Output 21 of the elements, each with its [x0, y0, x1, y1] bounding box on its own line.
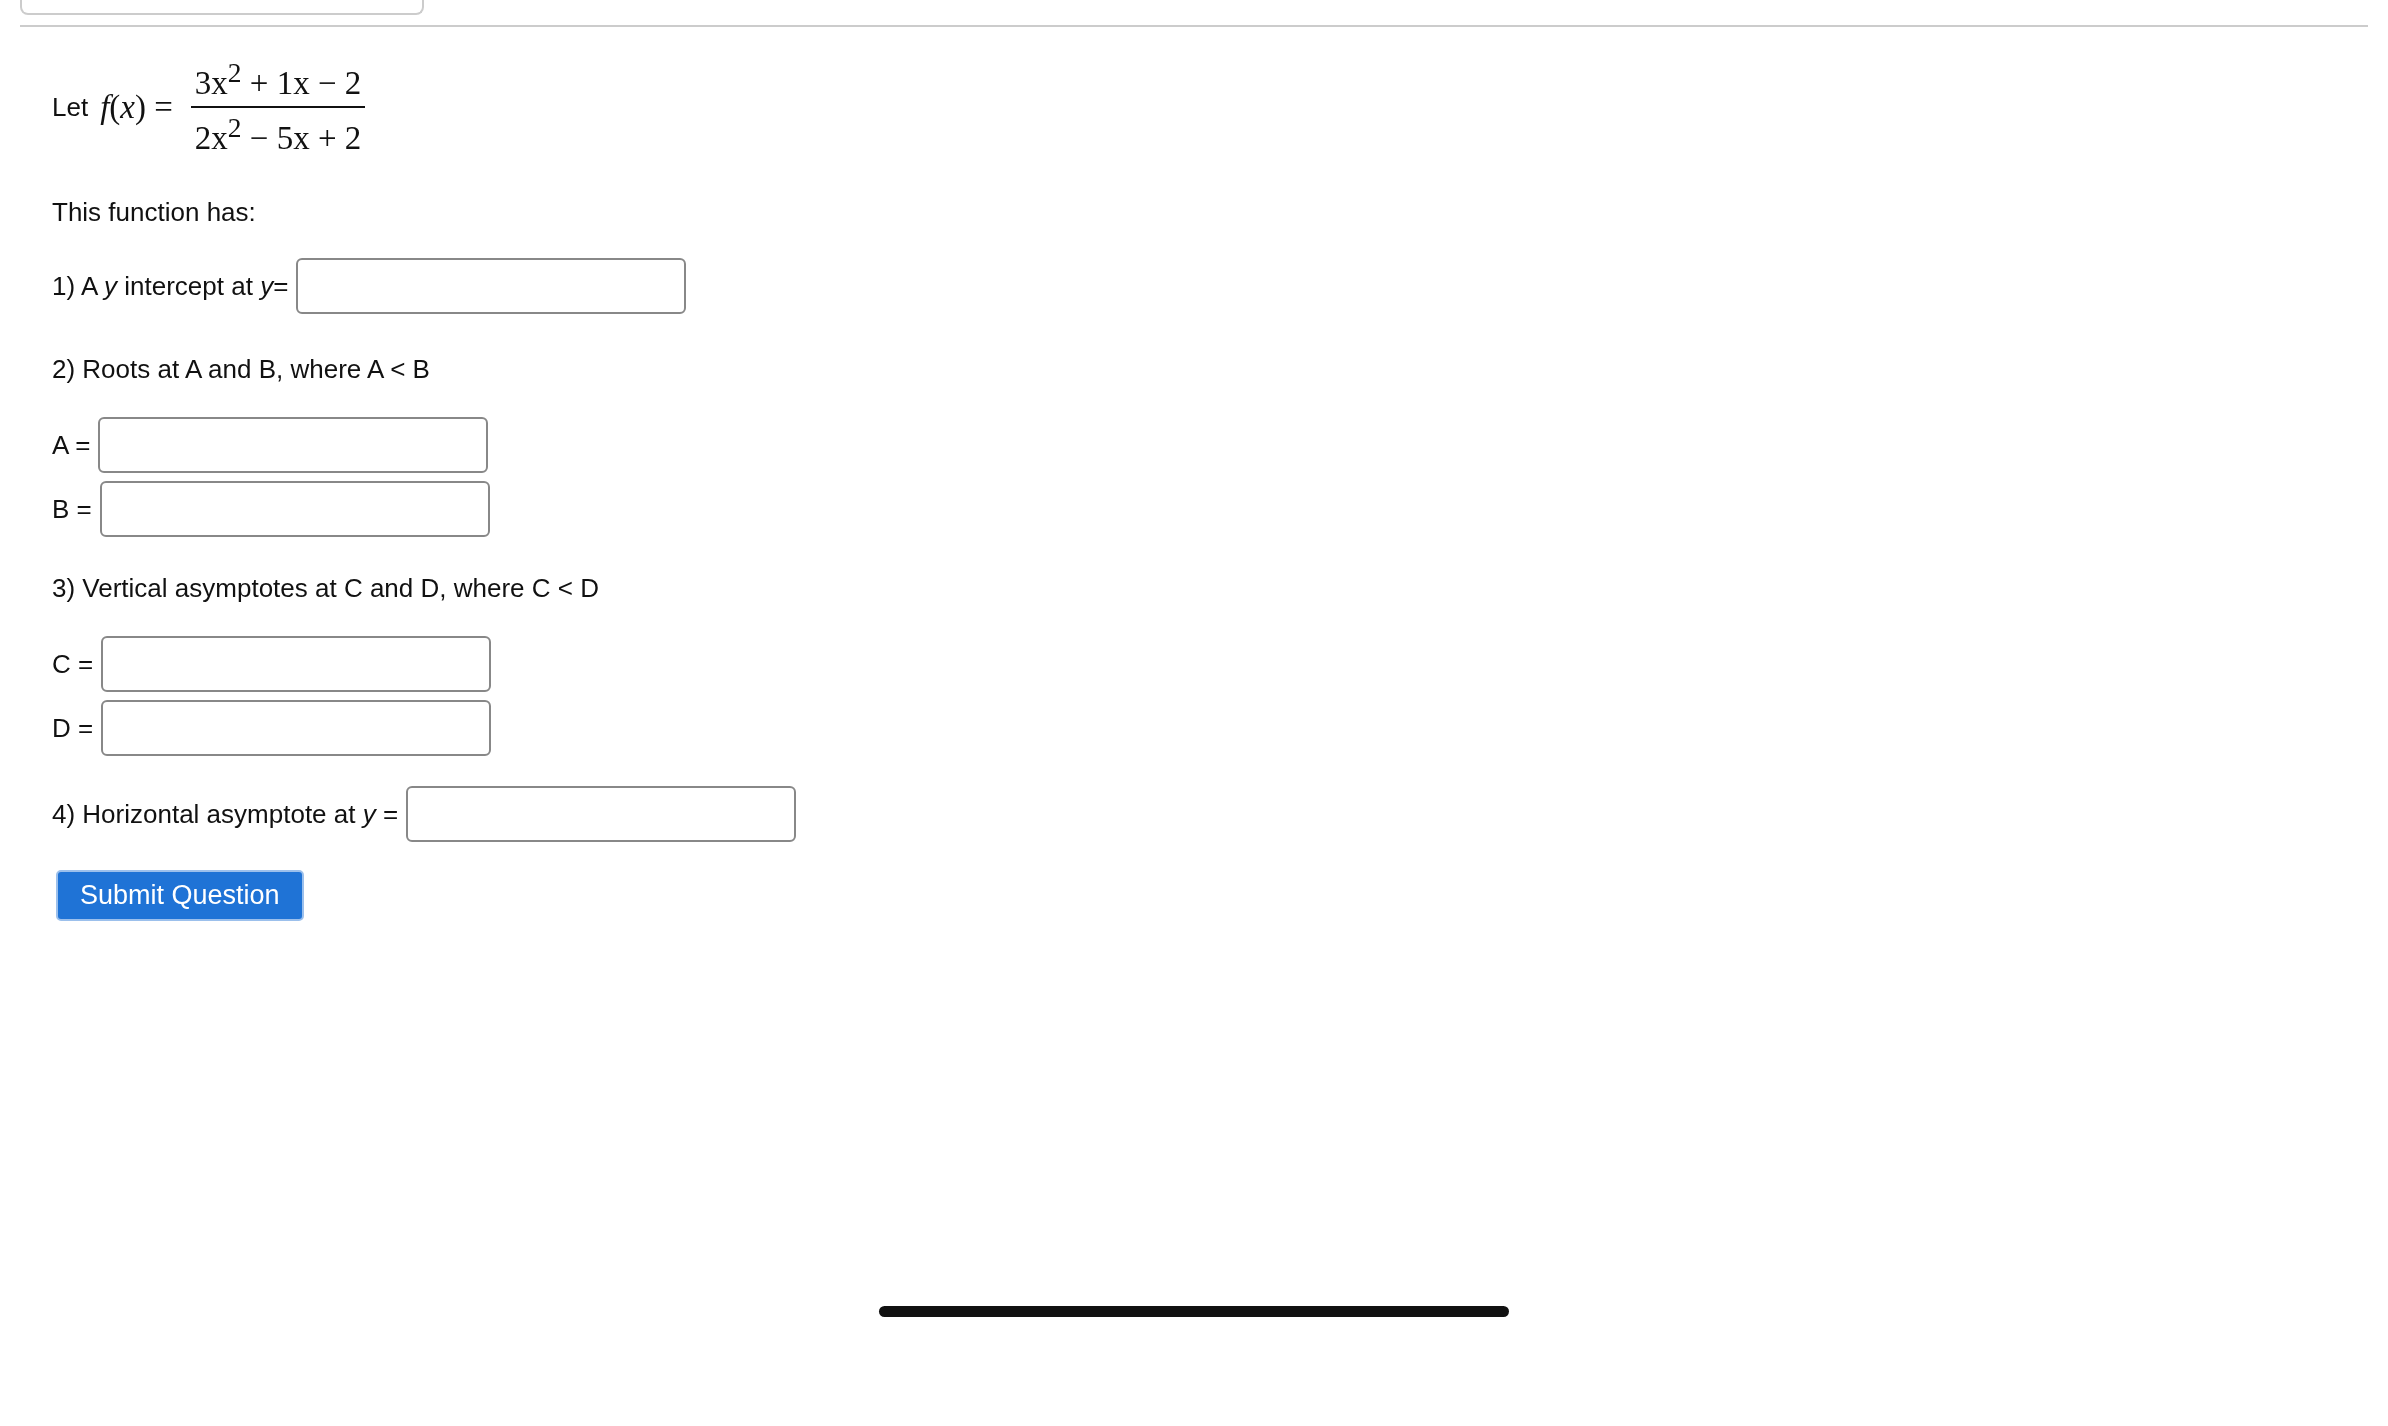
question-text: 4) Horizontal asymptote at y =: [52, 798, 399, 830]
denominator: 2x$^{2}$ − 5x + 2: [190, 106, 366, 157]
question-text: This function has:: [52, 197, 257, 228]
numerator: 3x$^{2}$ + 1x − 2: [193, 57, 363, 103]
question-text: 2) Roots at A and B, where A < B: [52, 354, 431, 385]
field-label: B =: [52, 493, 92, 525]
answer-field[interactable]: [99, 481, 490, 537]
answer-field[interactable]: [101, 636, 492, 692]
question-text: 1) A y intercept at y=: [52, 270, 289, 302]
cut-off-field[interactable]: [20, 0, 424, 15]
answer-field[interactable]: [296, 258, 687, 314]
answer-field[interactable]: [98, 417, 489, 473]
field-label: C =: [52, 648, 94, 680]
field-label: A =: [52, 429, 91, 461]
formula-label: Let: [52, 91, 89, 123]
question-text: 3) Vertical asymptotes at C and D, where C < D: [52, 573, 600, 604]
answer-field[interactable]: [406, 786, 797, 842]
function-name: f(x) =: [100, 88, 173, 126]
answer-field[interactable]: [101, 700, 492, 756]
field-label: D =: [52, 712, 94, 744]
submit-button[interactable]: Submit Question: [56, 870, 304, 921]
